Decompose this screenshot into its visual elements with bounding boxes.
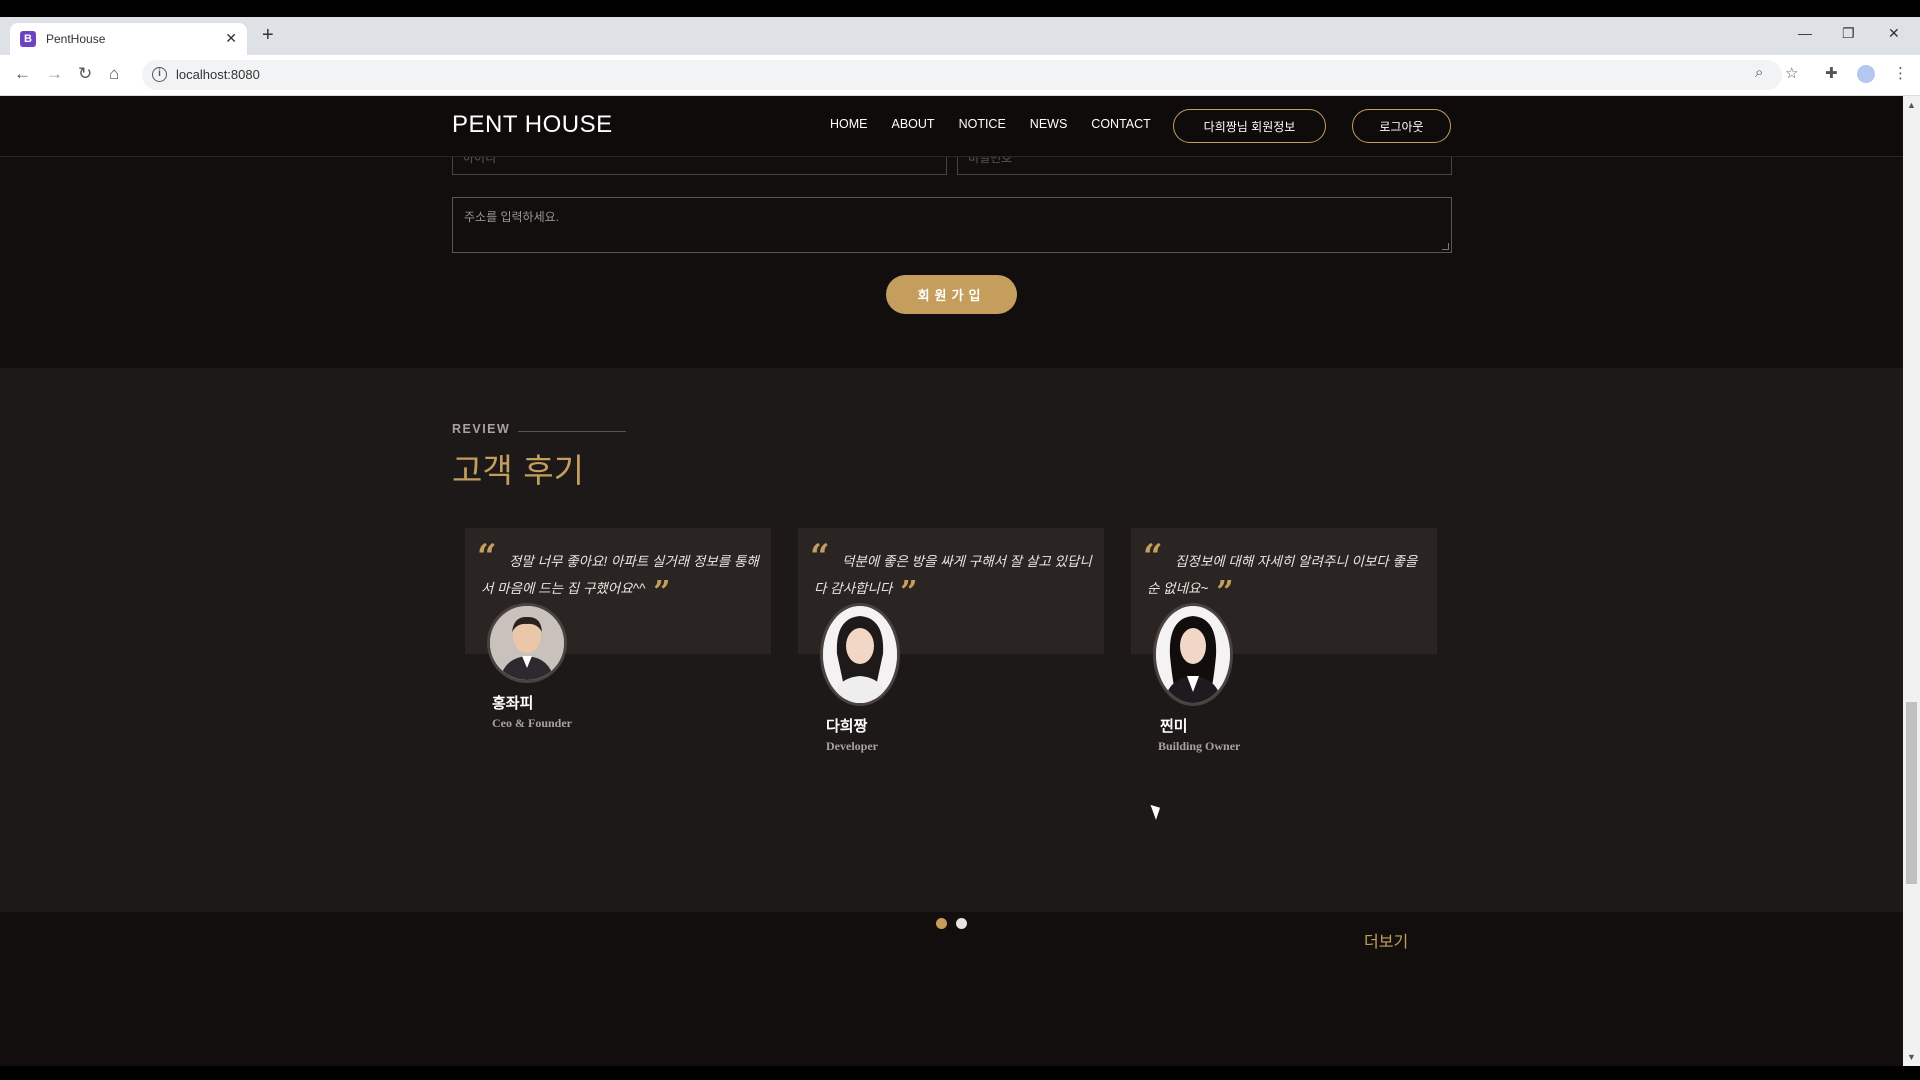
close-window-icon[interactable]: ✕ <box>1888 25 1900 42</box>
more-link[interactable]: 더보기 <box>1364 928 1408 952</box>
scroll-up-icon[interactable]: ▲ <box>1907 100 1916 110</box>
profile-avatar-icon[interactable] <box>1857 65 1875 83</box>
quote-close-icon: ” <box>653 575 671 610</box>
nav-notice[interactable]: NOTICE <box>959 117 1006 131</box>
nav-about[interactable]: ABOUT <box>892 117 935 131</box>
reviewer-name: 홍좌피 <box>492 694 534 712</box>
logout-button[interactable]: 로그아웃 <box>1352 109 1451 143</box>
address-placeholder: 주소를 입력하세요. <box>464 210 559 224</box>
browser-menu-icon[interactable]: ⋮ <box>1893 64 1908 82</box>
nav-contact[interactable]: CONTACT <box>1091 117 1151 131</box>
screen-bottom-strip <box>0 1066 1920 1080</box>
scrollbar-thumb[interactable] <box>1906 702 1917 884</box>
page-viewport: 아이디 비밀번호 주소를 입력하세요. 회원가입 PENT HOUSE HOME… <box>0 96 1903 1066</box>
url-text: localhost:8080 <box>176 67 260 82</box>
review-quote: 덕분에 좋은 방을 싸게 구해서 잘 살고 있답니다 감사합니다” <box>814 548 1092 608</box>
member-info-button[interactable]: 다희짱님 회원정보 <box>1173 109 1326 143</box>
forward-icon[interactable]: → <box>46 64 63 84</box>
browser-chrome: B PentHouse ✕ + — ❐ ✕ ← → ↻ ⌂ i localhos… <box>0 17 1920 96</box>
site-info-icon[interactable]: i <box>152 67 167 82</box>
close-tab-icon[interactable]: ✕ <box>225 30 237 47</box>
page-scrollbar[interactable]: ▲ ▼ <box>1903 96 1920 1066</box>
address-bar[interactable]: i localhost:8080 <box>142 60 1782 90</box>
avatar <box>1153 603 1233 706</box>
reload-icon[interactable]: ↻ <box>78 64 92 84</box>
avatar <box>820 603 900 706</box>
avatar <box>487 603 567 683</box>
review-eyebrow: REVIEW <box>452 422 511 436</box>
browser-tab[interactable]: B PentHouse ✕ <box>10 23 247 55</box>
portrait-icon <box>823 606 897 703</box>
restore-icon[interactable]: ❐ <box>1842 25 1855 42</box>
reviewer-name: 찐미 <box>1160 717 1188 735</box>
review-quote: 집정보에 대해 자세히 알려주니 이보다 좋을 순 없네요~” <box>1147 548 1425 608</box>
carousel-dot-active[interactable] <box>936 918 947 929</box>
quote-close-icon: ” <box>1216 575 1234 610</box>
browser-toolbar: ← → ↻ ⌂ i localhost:8080 ⌕ ☆ ✚ ⋮ <box>0 55 1920 96</box>
site-logo[interactable]: PENT HOUSE <box>452 111 613 139</box>
screen-top-strip <box>0 0 1920 17</box>
reviewer-name: 다희짱 <box>826 717 868 735</box>
reviewer-role: Developer <box>826 739 878 753</box>
scroll-down-icon[interactable]: ▼ <box>1907 1052 1916 1062</box>
back-icon[interactable]: ← <box>14 64 31 84</box>
nav-links: HOME ABOUT NOTICE NEWS CONTACT <box>830 117 1151 131</box>
portrait-icon <box>1156 606 1230 703</box>
tab-strip: B PentHouse ✕ + — ❐ ✕ <box>0 17 1920 55</box>
zoom-icon[interactable]: ⌕ <box>1755 64 1763 81</box>
bootstrap-favicon-icon: B <box>20 31 36 47</box>
nav-news[interactable]: NEWS <box>1030 117 1068 131</box>
resize-handle-icon[interactable] <box>1442 243 1449 250</box>
quote-text: 덕분에 좋은 방을 싸게 구해서 잘 살고 있답니다 감사합니다 <box>814 554 1092 596</box>
reviewer-role: Ceo & Founder <box>492 716 572 730</box>
review-quote: 정말 너무 좋아요! 아파트 실거래 정보를 통해서 마음에 드는 집 구했어요… <box>481 548 759 608</box>
review-title: 고객 후기 <box>452 451 584 490</box>
eyebrow-divider <box>518 431 626 432</box>
signup-button[interactable]: 회원가입 <box>886 275 1017 314</box>
extensions-icon[interactable]: ✚ <box>1825 64 1838 82</box>
site-navbar: PENT HOUSE HOME ABOUT NOTICE NEWS CONTAC… <box>0 96 1903 157</box>
carousel-dot[interactable] <box>956 918 967 929</box>
quote-text: 정말 너무 좋아요! 아파트 실거래 정보를 통해서 마음에 드는 집 구했어요… <box>481 554 759 596</box>
portrait-icon <box>490 606 564 680</box>
new-tab-icon[interactable]: + <box>262 25 274 45</box>
minimize-icon[interactable]: — <box>1798 25 1812 41</box>
reviewer-role: Building Owner <box>1158 739 1241 753</box>
nav-home[interactable]: HOME <box>830 117 868 131</box>
quote-close-icon: ” <box>900 575 918 610</box>
address-textarea[interactable]: 주소를 입력하세요. <box>452 197 1452 253</box>
home-icon[interactable]: ⌂ <box>109 64 119 84</box>
review-section: REVIEW 고객 후기 “ 정말 너무 좋아요! 아파트 실거래 정보를 통해… <box>0 368 1903 951</box>
bookmark-star-icon[interactable]: ☆ <box>1785 64 1798 82</box>
quote-text: 집정보에 대해 자세히 알려주니 이보다 좋을 순 없네요~ <box>1147 554 1418 596</box>
tab-title: PentHouse <box>46 32 106 46</box>
